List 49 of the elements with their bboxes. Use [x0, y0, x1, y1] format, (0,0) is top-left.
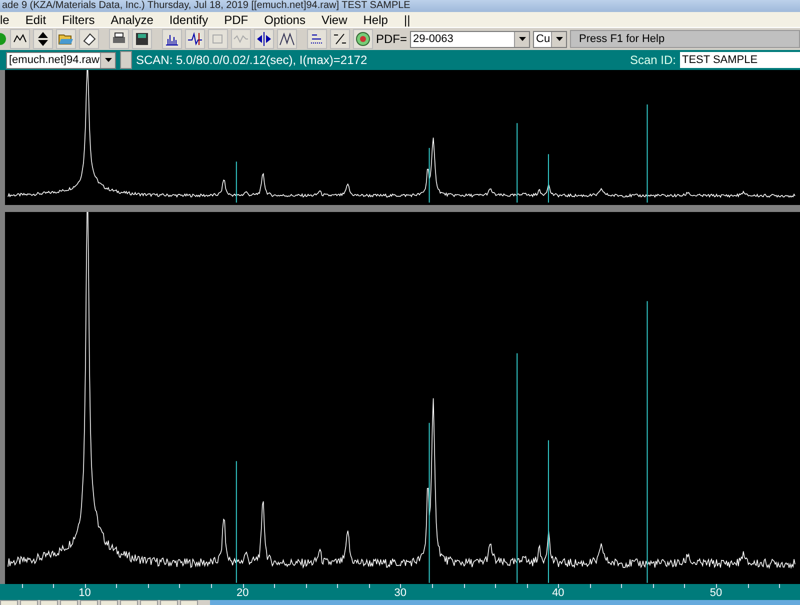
axis-tick-label: 20: [236, 587, 249, 599]
sheet-tab[interactable]: [120, 600, 138, 605]
axis-tick-label: 50: [710, 587, 722, 599]
peak-marker-icon[interactable]: [185, 29, 205, 49]
menu-item[interactable]: Identify: [161, 12, 216, 26]
sheet-tab[interactable]: [0, 600, 18, 605]
scrollbar[interactable]: [210, 600, 800, 605]
menu-item[interactable]: Filters: [54, 12, 103, 26]
menu-item[interactable]: View: [313, 12, 356, 26]
scan-file-dropdown[interactable]: [emuch.net]94.raw: [6, 52, 116, 68]
scan-info: SCAN: 5.0/80.0/0.02/.12(sec), I(max)=2172: [136, 53, 368, 67]
smoothing-icon[interactable]: [330, 29, 350, 49]
dropdown-arrow-icon: [518, 37, 526, 41]
bar-pattern-icon[interactable]: [162, 29, 182, 49]
open-folder-icon[interactable]: [56, 29, 76, 49]
sheet-tab[interactable]: [60, 600, 78, 605]
menu-item[interactable]: le: [0, 12, 18, 26]
dropdown-arrow-icon: [104, 58, 112, 62]
sheet-tab[interactable]: [100, 600, 118, 605]
axis-tick-label: 30: [394, 587, 407, 599]
peak-search-icon[interactable]: [10, 29, 30, 49]
window-title: ade 9 (KZA/Materials Data, Inc.) Thursday, Jul 18, 2019 [[emuch.net]94.raw] TEST SAMPLE: [2, 0, 410, 12]
save-icon[interactable]: [132, 29, 152, 49]
pdf-number-dropdown[interactable]: 29-0063: [410, 30, 530, 48]
status-light-icon: [0, 32, 7, 46]
status-message: Press F1 for Help: [570, 30, 800, 48]
sheet-tab[interactable]: [20, 600, 38, 605]
sheet-tab[interactable]: [80, 600, 98, 605]
axis-tick-label: 10: [78, 587, 91, 599]
scan-id-label: Scan ID:: [630, 53, 676, 67]
menu-item[interactable]: Edit: [17, 12, 54, 26]
up-down-arrows-icon[interactable]: [33, 29, 53, 49]
sheet-tab[interactable]: [160, 600, 178, 605]
menu-item[interactable]: ||: [396, 12, 418, 26]
split-arrows-icon[interactable]: [254, 29, 274, 49]
sheet-tab[interactable]: [40, 600, 58, 605]
menu-item[interactable]: PDF: [216, 12, 256, 26]
pdf-label: PDF=: [376, 32, 408, 46]
sheet-tab[interactable]: [180, 600, 198, 605]
menu-item[interactable]: Options: [256, 12, 314, 26]
printer-icon[interactable]: [109, 29, 129, 49]
menu-item[interactable]: Help: [355, 12, 396, 26]
dropdown-arrow-icon: [556, 37, 563, 41]
axis-tick-label: 40: [552, 587, 564, 599]
double-peak-icon[interactable]: [277, 29, 297, 49]
menu-item[interactable]: Analyze: [102, 12, 162, 26]
scan-id-field[interactable]: TEST SAMPLE: [680, 52, 800, 68]
anode-dropdown[interactable]: Cu: [533, 30, 568, 48]
sheet-tab[interactable]: [140, 600, 158, 605]
